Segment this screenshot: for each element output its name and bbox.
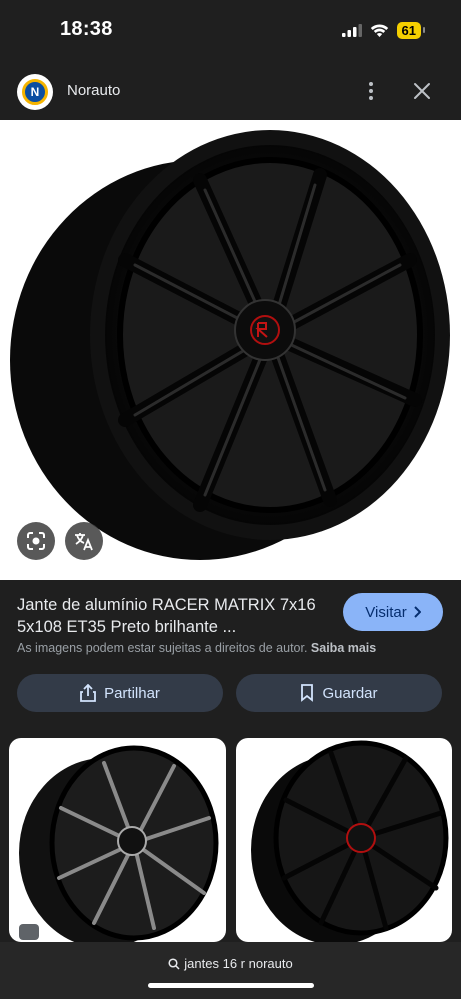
- close-button[interactable]: [409, 78, 435, 104]
- lens-button[interactable]: [17, 522, 55, 560]
- search-query: jantes 16 r norauto: [184, 956, 293, 971]
- status-bar: 18:38 61: [0, 0, 461, 62]
- battery-indicator: 61: [396, 22, 426, 39]
- share-icon: [80, 684, 96, 702]
- learn-more-link[interactable]: Saiba mais: [311, 641, 376, 655]
- related-image-2[interactable]: [236, 738, 452, 942]
- copyright-text: As imagens podem estar sujeitas a direit…: [17, 641, 308, 655]
- more-options-button[interactable]: [359, 78, 383, 104]
- site-name[interactable]: Norauto: [67, 82, 120, 99]
- more-icon: [369, 82, 373, 100]
- share-label: Partilhar: [104, 684, 160, 702]
- result-title[interactable]: Jante de alumínio RACER MATRIX 7x16 5x10…: [17, 594, 337, 638]
- translate-icon: [75, 533, 93, 551]
- status-time: 18:38: [60, 18, 113, 40]
- visit-label: Visitar: [365, 603, 407, 621]
- result-info-panel: Jante de alumínio RACER MATRIX 7x16 5x10…: [0, 580, 461, 999]
- related-image-1[interactable]: [9, 738, 226, 942]
- save-button[interactable]: Guardar: [236, 674, 442, 712]
- copyright-notice: As imagens podem estar sujeitas a direit…: [17, 641, 376, 655]
- lens-icon: [27, 532, 45, 550]
- close-icon: [414, 83, 430, 99]
- bottom-search-bar[interactable]: jantes 16 r norauto: [0, 942, 461, 999]
- search-icon: [168, 957, 180, 970]
- logo-letter: N: [22, 79, 48, 105]
- site-logo[interactable]: N: [17, 74, 53, 110]
- wheel-thumbnail: [251, 740, 449, 942]
- bookmark-icon: [301, 684, 314, 702]
- status-icons: 61: [341, 22, 426, 39]
- translate-button[interactable]: [65, 522, 103, 560]
- signal-icon: [341, 24, 362, 37]
- wifi-icon: [370, 23, 388, 37]
- share-button[interactable]: Partilhar: [17, 674, 223, 712]
- save-label: Guardar: [322, 684, 378, 702]
- home-indicator[interactable]: [148, 983, 314, 988]
- chevron-right-icon: [413, 606, 421, 618]
- wheel-image: [10, 130, 450, 560]
- image-badge-icon: [19, 924, 39, 940]
- visit-button[interactable]: Visitar: [343, 593, 443, 631]
- wheel-thumbnail: [19, 745, 219, 942]
- main-image[interactable]: [0, 120, 461, 580]
- source-header: N Norauto: [0, 62, 461, 120]
- search-query-row[interactable]: jantes 16 r norauto: [0, 956, 461, 971]
